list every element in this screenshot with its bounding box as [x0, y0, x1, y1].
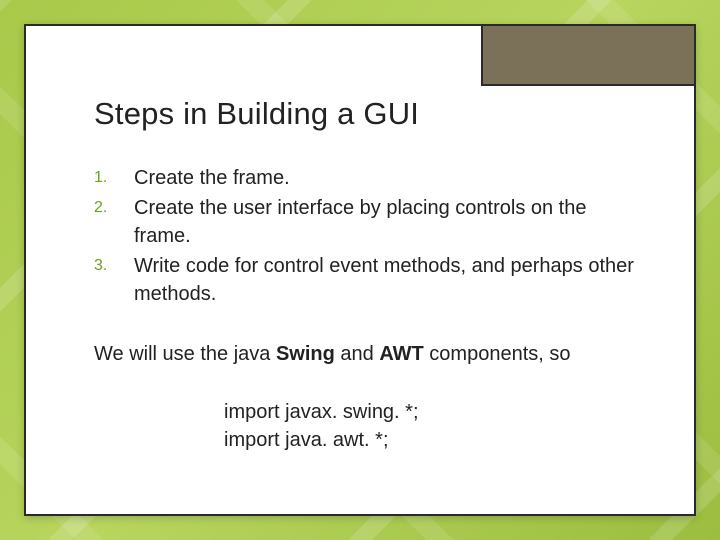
list-text: Create the user interface by placing con…	[134, 194, 642, 250]
list-item: 1. Create the frame.	[94, 164, 642, 192]
code-line: import javax. swing. *;	[224, 398, 642, 426]
slide-container: Steps in Building a GUI 1. Create the fr…	[24, 24, 696, 516]
body-bold-awt: AWT	[379, 343, 423, 365]
body-paragraph: We will use the java Swing and AWT compo…	[94, 340, 642, 368]
list-number: 1.	[94, 164, 112, 189]
code-block: import javax. swing. *; import java. awt…	[94, 398, 642, 454]
body-suffix: components, so	[424, 343, 571, 365]
body-mid: and	[335, 343, 379, 365]
list-item: 3. Write code for control event methods,…	[94, 252, 642, 308]
corner-decoration	[481, 24, 696, 86]
body-bold-swing: Swing	[276, 343, 335, 365]
body-prefix: We will use the java	[94, 343, 276, 365]
list-number: 2.	[94, 194, 112, 219]
list-number: 3.	[94, 252, 112, 277]
list-text: Write code for control event methods, an…	[134, 252, 642, 308]
slide-content: Steps in Building a GUI 1. Create the fr…	[26, 26, 694, 494]
code-line: import java. awt. *;	[224, 426, 642, 454]
list-text: Create the frame.	[134, 164, 642, 192]
list-item: 2. Create the user interface by placing …	[94, 194, 642, 250]
steps-list: 1. Create the frame. 2. Create the user …	[94, 164, 642, 308]
slide-title: Steps in Building a GUI	[94, 96, 642, 132]
